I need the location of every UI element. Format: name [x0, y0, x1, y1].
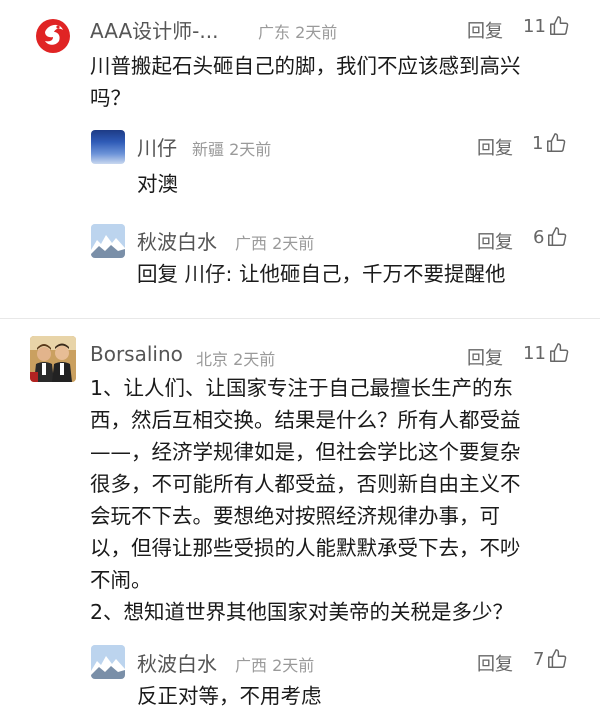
mention-link[interactable]: 川仔:: [185, 262, 233, 286]
thumbs-up-icon: [548, 227, 567, 246]
reply-button[interactable]: 回复: [467, 17, 503, 43]
comment-text: 川普搬起石头砸自己的脚，我们不应该感到高兴 吗？: [90, 50, 590, 114]
avatar[interactable]: [30, 12, 76, 58]
comment-text-line: 吗？: [90, 86, 131, 110]
reply-time: 2天前: [229, 140, 272, 159]
comment-text-line: 会玩不下去。要想绝对按照经济规律办事，可: [90, 504, 500, 528]
avatar[interactable]: [91, 130, 125, 164]
comment-time: 2天前: [295, 23, 338, 42]
comment-author[interactable]: AAA设计师-...: [90, 15, 218, 44]
like-button[interactable]: 11: [523, 15, 570, 37]
like-button[interactable]: 11: [523, 342, 570, 364]
comment-location: 北京: [196, 350, 229, 369]
reply-location: 新疆: [192, 140, 225, 159]
comment-text-line: ——，经济学规律如是，但社会学比这个要复杂: [90, 440, 521, 464]
comment-divider: [0, 318, 600, 319]
thumbs-up-icon: [548, 649, 567, 668]
comment-location: 广东: [258, 23, 291, 42]
comment-text-line: 不闹。: [90, 568, 152, 592]
comment-time: 2天前: [233, 350, 276, 369]
reply-button[interactable]: 回复: [477, 650, 513, 676]
reply-text: 反正对等，不用考虑: [137, 684, 322, 708]
comment-text-line: 1、让人们、让国家专注于自己最擅长生产的东: [90, 376, 514, 400]
comment-text-line: 以，但得让那些受损的人能默默承受下去，不吵: [90, 536, 521, 560]
photo-avatar-icon: [30, 336, 76, 382]
reply-body: 让他砸自己，千万不要提醒他: [238, 262, 506, 286]
comment-author[interactable]: Borsalino: [90, 342, 183, 366]
reply-meta: 广西 2天前: [235, 230, 314, 254]
reply-time: 2天前: [272, 656, 315, 675]
reply-time: 2天前: [272, 234, 315, 253]
snow-mountain-icon: [91, 645, 125, 679]
like-button[interactable]: 1: [532, 132, 567, 154]
like-count: 7: [533, 648, 545, 670]
comment-meta: 北京 2天前: [196, 346, 275, 370]
reply-button[interactable]: 回复: [467, 344, 503, 370]
comment-text-line: 西，然后互相交换。结果是什么？所有人都受益: [90, 408, 521, 432]
reply-button[interactable]: 回复: [477, 228, 513, 254]
comment-meta: 广东 2天前: [258, 19, 337, 43]
comment-text: 1、让人们、让国家专注于自己最擅长生产的东 西，然后互相交换。结果是什么？所有人…: [90, 372, 590, 628]
reply-author[interactable]: 川仔: [137, 132, 177, 161]
thumbs-up-icon: [547, 133, 566, 152]
like-count: 11: [523, 342, 546, 364]
like-button[interactable]: 6: [533, 226, 568, 248]
reply-author[interactable]: 秋波白水: [137, 226, 217, 255]
reply-meta: 新疆 2天前: [192, 136, 271, 160]
avatar[interactable]: [30, 336, 76, 382]
like-count: 6: [533, 226, 545, 248]
reply-location: 广西: [235, 656, 268, 675]
avatar[interactable]: [91, 224, 125, 258]
reply-author[interactable]: 秋波白水: [137, 648, 217, 677]
comment-text-line: 2、想知道世界其他国家对美帝的关税是多少？: [90, 600, 514, 624]
reply-button[interactable]: 回复: [477, 134, 513, 160]
like-count: 1: [532, 132, 544, 154]
reply-text: 对澳: [137, 172, 178, 196]
reply-location: 广西: [235, 234, 268, 253]
reply-text: 回复 川仔: 让他砸自己，千万不要提醒他: [137, 258, 505, 290]
like-button[interactable]: 7: [533, 648, 568, 670]
dragon-logo-icon: [30, 12, 76, 58]
comment-text-line: 川普搬起石头砸自己的脚，我们不应该感到高兴: [90, 54, 521, 78]
avatar[interactable]: [91, 645, 125, 679]
like-count: 11: [523, 15, 546, 37]
reply-prefix: 回复: [137, 262, 178, 286]
comment-text-line: 很多，不可能所有人都受益，否则新自由主义不: [90, 472, 521, 496]
reply-meta: 广西 2天前: [235, 652, 314, 676]
thumbs-up-icon: [549, 16, 569, 35]
thumbs-up-icon: [549, 343, 569, 362]
snow-mountain-icon: [91, 224, 125, 258]
